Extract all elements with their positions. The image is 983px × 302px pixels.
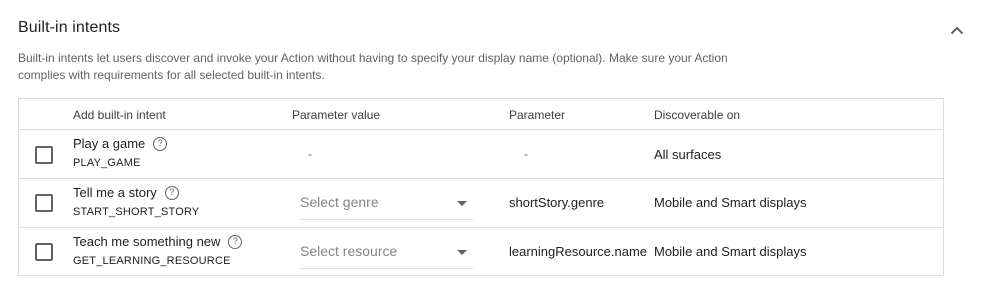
chevron-up-icon [950,26,964,34]
collapse-button[interactable] [946,20,968,40]
intent-name-label: Tell me a story [73,185,157,200]
parameter-empty: - [524,147,528,161]
header-parameter: Parameter [509,108,566,122]
help-icon[interactable]: ? [153,136,168,151]
parameter-value-empty: - [308,147,312,161]
table-row: Play a game ? PLAY_GAME - - All surfaces [19,130,943,179]
dropdown-arrow-icon [457,201,467,206]
parameter-name: shortStory.genre [509,195,605,210]
discoverable-on: All surfaces [654,147,722,162]
section-title: Built-in intents [18,19,121,36]
intent-id: GET_LEARNING_RESOURCE [73,255,231,267]
table-header-row: Add built-in intent Parameter value Para… [19,99,943,130]
intent-name: Tell me a story ? [73,185,179,200]
intent-id: START_SHORT_STORY [73,206,200,218]
help-icon[interactable]: ? [228,234,243,249]
select-placeholder: Select genre [300,194,379,210]
intent-checkbox[interactable] [35,194,53,212]
header-discoverable-on: Discoverable on [654,108,741,122]
discoverable-on: Mobile and Smart displays [654,244,807,259]
header-parameter-value: Parameter value [292,108,381,122]
select-placeholder: Select resource [300,243,398,259]
header-add-built-in-intent: Add built-in intent [73,108,166,122]
help-icon[interactable]: ? [164,185,179,200]
built-in-intents-table: Add built-in intent Parameter value Para… [18,98,944,276]
intent-id: PLAY_GAME [73,157,141,169]
genre-select[interactable]: Select genre [300,188,473,220]
intent-checkbox[interactable] [35,146,53,164]
intent-checkbox[interactable] [35,243,53,261]
intent-name: Teach me something new ? [73,234,243,249]
discoverable-on: Mobile and Smart displays [654,195,807,210]
intent-name-label: Play a game [73,136,146,151]
resource-select[interactable]: Select resource [300,237,473,269]
dropdown-arrow-icon [457,250,467,255]
intent-name: Play a game ? [73,136,168,151]
intent-name-label: Teach me something new [73,234,221,249]
table-row: Teach me something new ? GET_LEARNING_RE… [19,228,943,275]
section-description: Built-in intents let users discover and … [18,51,728,82]
parameter-name: learningResource.name [509,244,648,259]
table-row: Tell me a story ? START_SHORT_STORY Sele… [19,179,943,228]
